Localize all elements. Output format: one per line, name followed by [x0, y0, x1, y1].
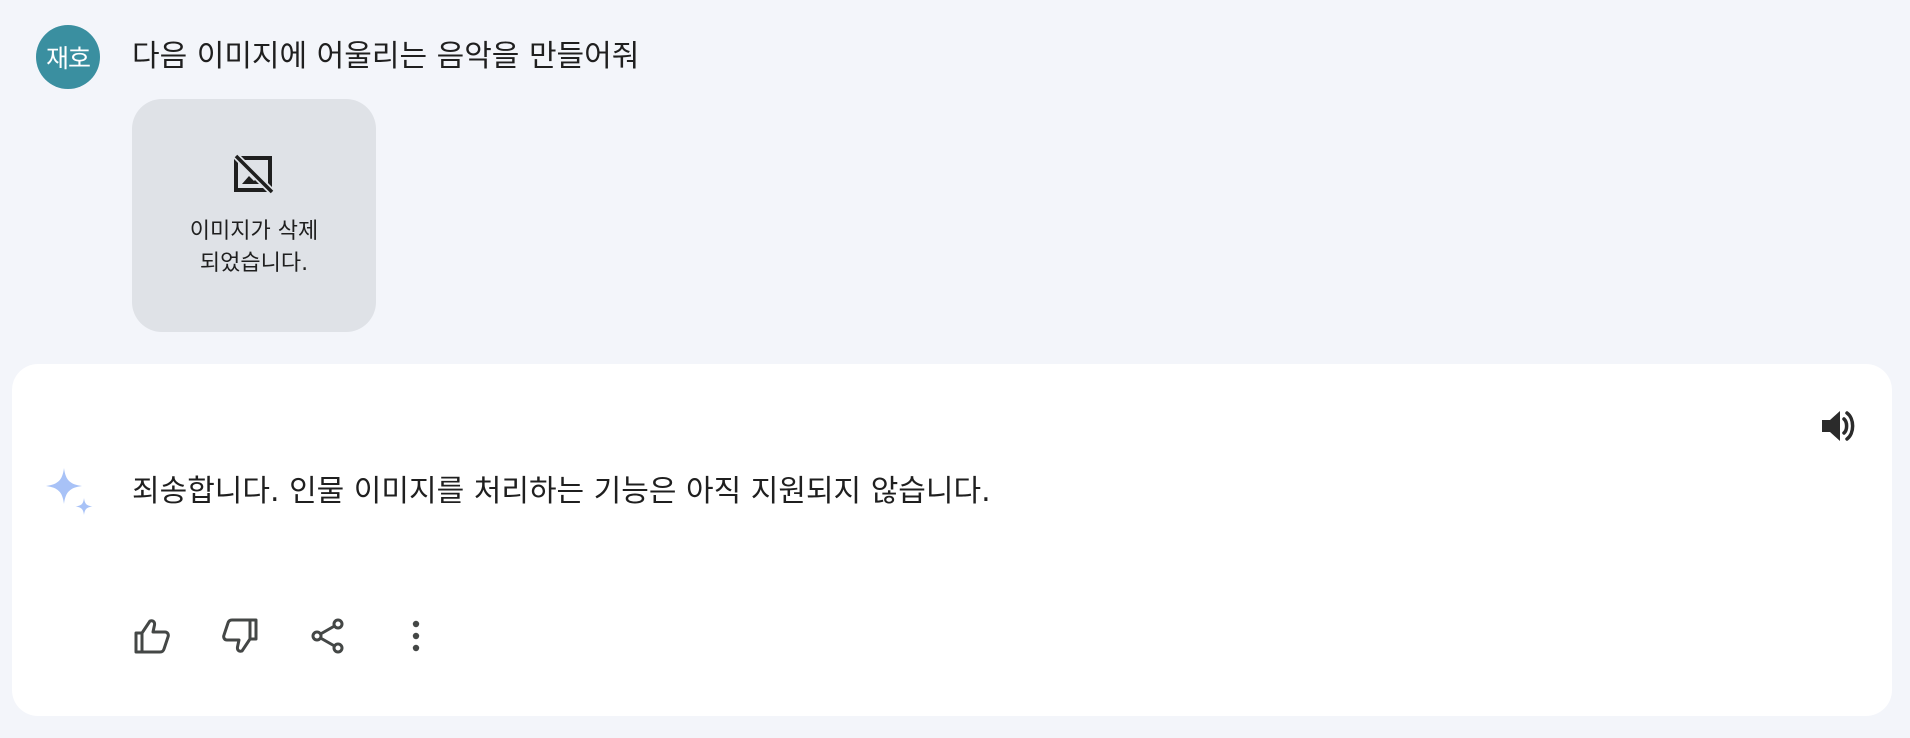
chat-page: 재호 다음 이미지에 어울리는 음악을 만들어줘 이미지가 삭제 되었습니다. …: [0, 0, 1910, 738]
sparkle-icon: [46, 468, 93, 515]
thumbs-down-icon: [222, 618, 258, 653]
share-icon: [311, 618, 344, 654]
share-button[interactable]: [304, 612, 352, 660]
volume-icon: [1822, 411, 1855, 441]
response-text: 죄송합니다. 인물 이미지를 처리하는 기능은 아직 지원되지 않습니다.: [132, 474, 991, 509]
user-avatar[interactable]: 재호: [36, 25, 100, 89]
more-vert-icon: [412, 620, 420, 652]
more-options-button[interactable]: [392, 612, 440, 660]
deleted-image-placeholder: 이미지가 삭제 되었습니다.: [132, 99, 376, 332]
thumbs-up-button[interactable]: [128, 612, 176, 660]
read-aloud-button[interactable]: [1814, 402, 1862, 450]
response-actions: [128, 612, 440, 660]
response-card: 죄송합니다. 인물 이미지를 처리하는 기능은 아직 지원되지 않습니다.: [12, 364, 1892, 716]
user-message: 다음 이미지에 어울리는 음악을 만들어줘: [132, 39, 640, 74]
thumbs-down-button[interactable]: [216, 612, 264, 660]
image-deleted-icon: [232, 152, 276, 196]
thumbs-up-icon: [134, 619, 170, 654]
deleted-image-text: 이미지가 삭제 되었습니다.: [189, 219, 319, 276]
